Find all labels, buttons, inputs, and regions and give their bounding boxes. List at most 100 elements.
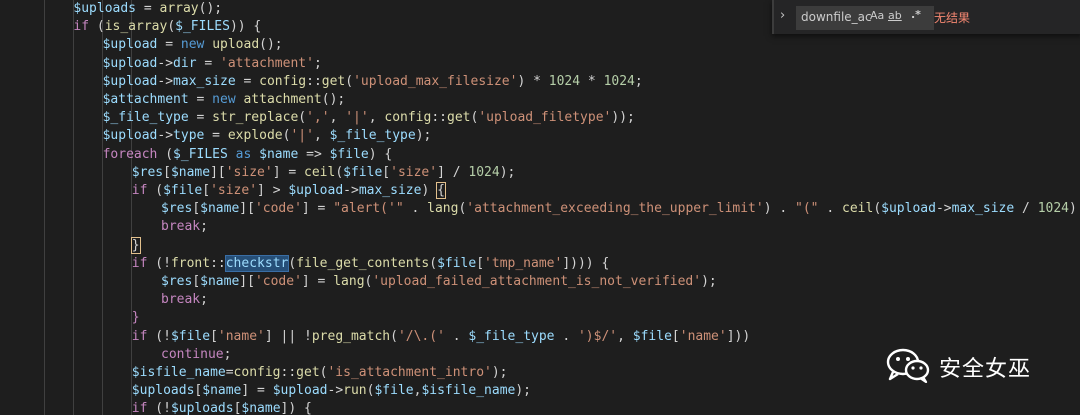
code-token: ; bbox=[200, 219, 208, 235]
code-line[interactable]: if (is_array($_FILES)) { bbox=[73, 18, 261, 36]
indent-guide bbox=[73, 0, 74, 415]
code-token: ) bbox=[421, 183, 438, 198]
code-token: explode bbox=[227, 128, 283, 144]
match-case-toggle[interactable]: Aa bbox=[870, 9, 884, 22]
code-token: ; bbox=[200, 292, 208, 308]
code-line[interactable]: if (!front::checkstr(file_get_contents($… bbox=[132, 254, 609, 273]
code-token: )) { bbox=[229, 19, 262, 35]
code-token: ] bbox=[301, 201, 310, 217]
code-token: 1024 bbox=[468, 164, 500, 180]
code-token: 'attachment' bbox=[220, 55, 314, 71]
code-token: . bbox=[403, 201, 428, 217]
code-token: } bbox=[130, 236, 141, 254]
code-line[interactable]: $isfile_name=config::get('is_attachment_… bbox=[132, 364, 508, 382]
find-result-text: 无结果 bbox=[934, 11, 971, 25]
code-token: || ! bbox=[272, 328, 312, 344]
code-token: new bbox=[180, 37, 213, 53]
code-token: ); bbox=[491, 365, 508, 380]
code-token: preg_match bbox=[311, 328, 391, 344]
regex-toggle[interactable]: .* bbox=[911, 8, 921, 21]
code-token: run bbox=[343, 383, 367, 399]
code-line[interactable]: $res[$name]['code'] = lang('upload_faile… bbox=[161, 273, 717, 291]
code-token: = bbox=[309, 201, 334, 217]
code-token: ] bbox=[272, 164, 281, 180]
code-token: max_size bbox=[951, 201, 1015, 217]
code-token: ][ bbox=[210, 164, 226, 180]
code-token: } bbox=[131, 310, 140, 326]
code-token: str_replace bbox=[212, 110, 299, 126]
code-line[interactable]: $uploads = array(); bbox=[73, 0, 222, 18]
code-token: = bbox=[225, 365, 234, 380]
code-line[interactable]: $attachment = new attachment(); bbox=[103, 91, 346, 109]
code-token: ( bbox=[167, 19, 176, 35]
code-token: , bbox=[617, 328, 633, 344]
code-line[interactable]: $upload->dir = 'attachment'; bbox=[103, 55, 322, 73]
code-token: )); bbox=[611, 110, 635, 126]
code-token: $file bbox=[329, 146, 369, 162]
code-token: ( bbox=[335, 164, 344, 180]
code-token: '/\.(' bbox=[397, 328, 445, 344]
code-token: ) bbox=[1069, 201, 1077, 217]
code-token: $upload bbox=[272, 383, 328, 399]
code-token: [ bbox=[192, 201, 201, 217]
code-line[interactable]: foreach ($_FILES as $name => $file) { bbox=[103, 146, 393, 164]
code-token: = bbox=[188, 92, 213, 107]
code-line[interactable]: if ($file['size'] > $upload->max_size) { bbox=[132, 182, 446, 200]
code-token: ); bbox=[515, 383, 532, 399]
code-token: = bbox=[309, 274, 334, 289]
code-token: 'upload_failed_attachment_is_not_verifie… bbox=[372, 274, 702, 289]
code-line[interactable]: $_file_type = str_replace(',', '|', conf… bbox=[103, 109, 635, 127]
code-token: -> bbox=[157, 128, 174, 144]
code-token: ( bbox=[298, 110, 307, 126]
code-token: => bbox=[298, 146, 330, 162]
code-line[interactable]: $upload = new upload(); bbox=[103, 36, 283, 54]
code-line[interactable]: if (!$uploads[$name]) { bbox=[132, 400, 312, 415]
code-token: ) bbox=[763, 201, 772, 217]
code-token: ); bbox=[499, 164, 516, 180]
chevron-right-icon[interactable]: › bbox=[780, 9, 794, 23]
code-line[interactable]: } bbox=[130, 236, 141, 255]
code-token: 'upload_filetype' bbox=[478, 110, 612, 126]
code-line[interactable]: } bbox=[132, 309, 140, 327]
code-token: ( bbox=[345, 73, 354, 89]
code-token: -> bbox=[157, 73, 174, 89]
code-token: -> bbox=[343, 183, 359, 198]
find-widget: › downfile_ac Aa ab .* 无结果 bbox=[772, 0, 1080, 34]
code-token: if bbox=[131, 328, 148, 344]
code-token: . bbox=[818, 201, 842, 217]
code-token: ( bbox=[288, 255, 297, 271]
code-line[interactable]: $upload->type = explode('|', $_file_type… bbox=[103, 127, 432, 145]
code-token: $isfile_name bbox=[421, 383, 516, 399]
code-token: ) { bbox=[368, 146, 393, 162]
code-token: get bbox=[321, 73, 346, 89]
code-token: 'is_attachment_intro' bbox=[327, 365, 492, 380]
code-line[interactable]: continue; bbox=[161, 346, 231, 364]
code-line[interactable]: break; bbox=[161, 218, 208, 236]
code-token: , bbox=[313, 128, 330, 144]
code-token: $_file_type bbox=[329, 128, 416, 144]
code-token: 1024 bbox=[548, 73, 581, 89]
code-line[interactable]: $res[$name]['size'] = ceil($file['size']… bbox=[132, 164, 516, 182]
code-token: $_FILES bbox=[173, 146, 228, 162]
find-input-value[interactable]: downfile_ac bbox=[801, 10, 872, 24]
code-token: ] bbox=[257, 183, 265, 198]
code-token: ]) { bbox=[280, 401, 312, 415]
code-token: 'tmp_name' bbox=[484, 255, 563, 271]
code-token: 'size' bbox=[225, 164, 273, 180]
code-token: ( bbox=[390, 328, 398, 344]
code-token: $uploads bbox=[170, 401, 234, 415]
code-line[interactable]: $upload->max_size = config::get('upload_… bbox=[103, 73, 643, 91]
code-token: [ bbox=[210, 328, 218, 344]
code-token: config bbox=[384, 110, 432, 126]
code-token: $upload bbox=[288, 183, 344, 198]
code-token: [ bbox=[476, 255, 485, 271]
code-line[interactable]: $res[$name]['code'] = "alert('" . lang ('… bbox=[161, 200, 1080, 218]
code-token: -> bbox=[157, 55, 174, 71]
code-line[interactable]: break; bbox=[161, 291, 208, 309]
code-line[interactable]: if (!$file['name'] || !preg_match('/\.('… bbox=[132, 328, 750, 346]
whole-word-toggle[interactable]: ab bbox=[888, 9, 902, 22]
code-token: [ bbox=[192, 274, 201, 289]
code-line[interactable]: $uploads[$name] = $upload->run($file,$is… bbox=[132, 382, 531, 400]
code-token: $file bbox=[437, 255, 477, 271]
code-token: [ bbox=[163, 164, 171, 180]
